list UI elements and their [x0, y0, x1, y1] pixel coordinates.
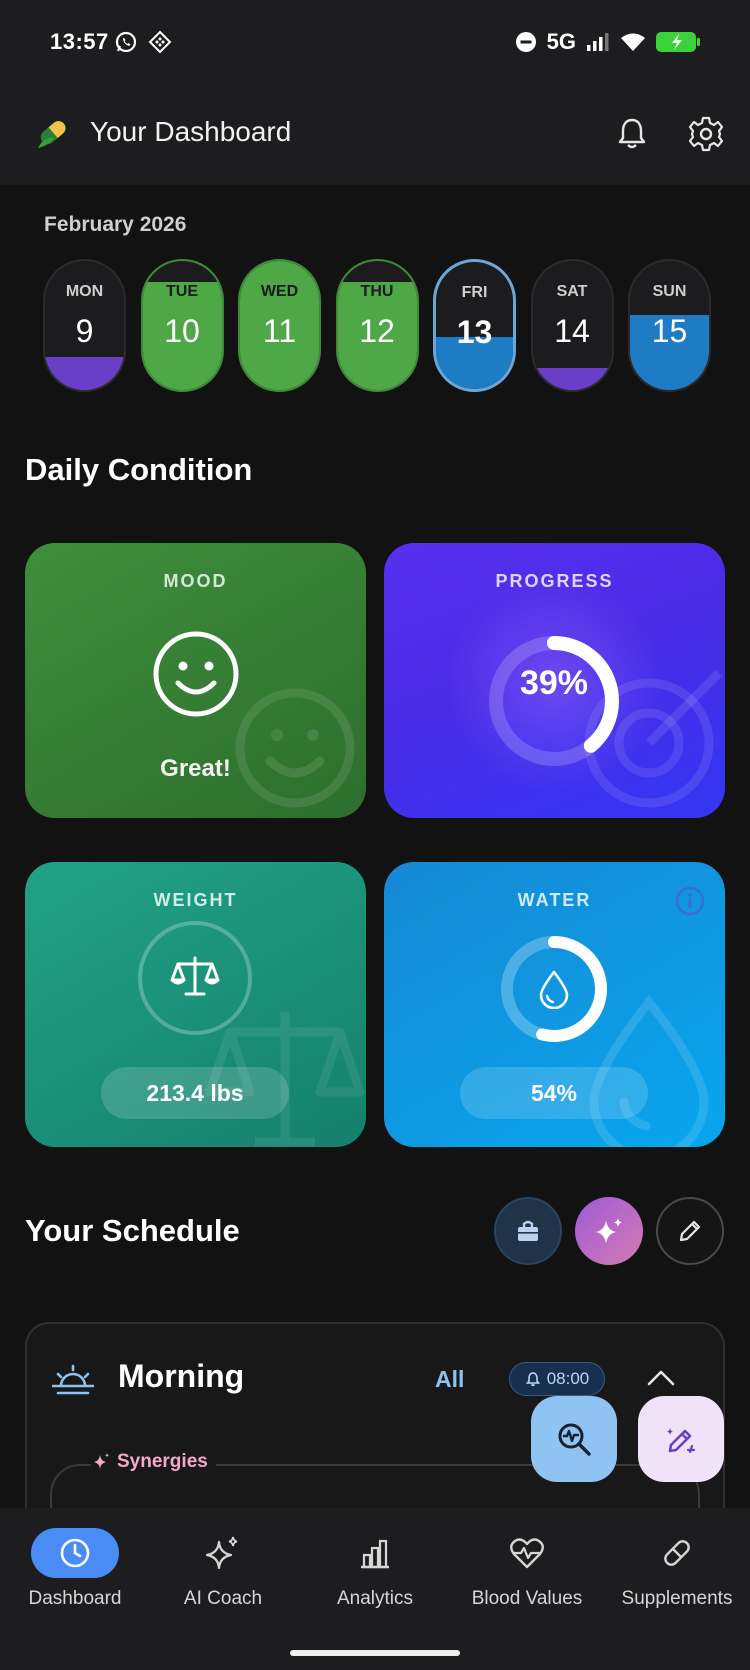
schedule-title: Your Schedule — [25, 1213, 240, 1248]
status-bar: 13:57 5G — [0, 0, 750, 90]
pill-icon — [664, 1540, 690, 1566]
heart-pulse-icon — [510, 1538, 544, 1569]
day-number: 13 — [456, 314, 493, 350]
day-pill-wed[interactable]: WED 11 — [238, 259, 321, 392]
weight-value: 213.4 lbs — [101, 1067, 289, 1119]
day-name: THU — [360, 283, 394, 300]
sparkle-small-icon — [94, 1453, 109, 1469]
bell-small-icon — [525, 1372, 540, 1387]
app-header: Your Dashboard — [0, 90, 750, 185]
app-notification-icon — [148, 30, 172, 54]
all-link[interactable]: All — [435, 1366, 464, 1393]
morning-title: Morning — [118, 1358, 245, 1394]
day-pill-fri[interactable]: FRI 13 — [433, 259, 516, 392]
day-number: 9 — [75, 313, 94, 349]
day-pill-sun[interactable]: SUN 15 — [628, 259, 711, 392]
edit-schedule-button[interactable] — [656, 1197, 724, 1265]
search-pulse-icon — [558, 1423, 591, 1456]
signal-icon — [587, 33, 609, 51]
shopping-bag-icon — [518, 1220, 538, 1241]
balance-scale-icon — [170, 956, 220, 996]
water-card[interactable]: WATER 54% — [384, 862, 725, 1147]
nav-label: AI Coach — [183, 1588, 263, 1609]
progress-label: PROGRESS — [495, 571, 614, 591]
day-name: TUE — [166, 283, 198, 300]
week-day-strip: MON 9 TUE 10 WED 11 THU 12 FRI 13 SAT 14… — [43, 259, 711, 392]
day-number: 11 — [262, 313, 297, 349]
sparkle-icon — [596, 1218, 622, 1244]
water-drop-icon — [539, 970, 569, 1009]
day-pill-thu[interactable]: THU 12 — [335, 259, 419, 392]
clock-icon — [60, 1538, 90, 1568]
day-number: 12 — [359, 313, 395, 349]
day-name: MON — [65, 283, 104, 300]
bell-icon[interactable] — [612, 114, 652, 154]
settings-gear-icon[interactable] — [686, 114, 726, 154]
day-number: 10 — [164, 313, 200, 349]
reminder-time-chip[interactable]: 08:00 — [509, 1362, 605, 1396]
home-indicator — [290, 1650, 460, 1656]
status-time: 13:57 — [50, 29, 109, 54]
weight-label: WEIGHT — [153, 890, 238, 910]
day-pill-tue[interactable]: TUE 10 — [140, 259, 224, 392]
nav-item-supplements[interactable]: Supplements — [604, 1528, 750, 1610]
nav-item-dashboard[interactable]: Dashboard — [0, 1528, 150, 1610]
network-type: 5G — [546, 29, 576, 54]
health-scan-fab[interactable] — [531, 1396, 617, 1482]
mood-label: MOOD — [163, 571, 228, 591]
day-number: 14 — [554, 313, 590, 349]
day-pill-mon[interactable]: MON 9 — [43, 259, 126, 392]
month-label: February 2026 — [44, 213, 187, 236]
nav-label: Supplements — [621, 1588, 733, 1609]
do-not-disturb-icon — [515, 32, 536, 52]
nav-item-blood-values[interactable]: Blood Values — [452, 1528, 602, 1610]
nav-label: Analytics — [336, 1588, 414, 1609]
chevron-up-icon[interactable] — [646, 1366, 676, 1388]
day-number: 15 — [651, 313, 688, 349]
daily-condition-title: Daily Condition — [25, 452, 253, 487]
day-name: FRI — [461, 284, 488, 301]
nav-label: Blood Values — [471, 1588, 583, 1609]
nav-item-analytics[interactable]: Analytics — [300, 1528, 450, 1610]
nav-label: Dashboard — [28, 1588, 122, 1609]
water-label: WATER — [517, 890, 592, 910]
synergies-text: Synergies — [117, 1451, 208, 1472]
page-title: Your Dashboard — [90, 116, 292, 147]
mood-value: Great! — [160, 755, 231, 782]
shop-button[interactable] — [494, 1197, 562, 1265]
progress-card[interactable]: PROGRESS 39% — [384, 543, 725, 818]
day-name: SAT — [556, 283, 588, 300]
sunrise-icon — [52, 1364, 94, 1395]
battery-icon — [656, 32, 700, 52]
smiley-face-icon — [153, 631, 239, 717]
smiley-watermark-icon — [235, 688, 355, 808]
mood-card[interactable]: MOOD Great! — [25, 543, 366, 818]
info-icon[interactable] — [675, 886, 705, 916]
bar-chart-icon — [361, 1539, 389, 1569]
ai-edit-fab[interactable] — [638, 1396, 724, 1482]
nav-item-ai-coach[interactable]: AI Coach — [148, 1528, 298, 1610]
day-pill-sat[interactable]: SAT 14 — [530, 259, 614, 392]
app-logo-icon — [38, 121, 66, 148]
wifi-icon — [621, 33, 645, 51]
weight-card[interactable]: WEIGHT 213.4 lbs — [25, 862, 366, 1147]
synergies-label: Synergies — [91, 1451, 216, 1473]
reminder-time: 08:00 — [546, 1369, 590, 1388]
bottom-navigation: Dashboard AI Coach Analytics Blood Value… — [0, 1508, 750, 1670]
sparkles-icon — [205, 1536, 238, 1570]
ai-suggest-button[interactable] — [575, 1197, 643, 1265]
pencil-icon — [679, 1220, 701, 1242]
magic-pencil-icon — [667, 1428, 696, 1454]
water-value: 54% — [460, 1067, 648, 1119]
day-name: SUN — [652, 283, 687, 300]
day-name: WED — [260, 283, 299, 300]
whatsapp-icon — [115, 31, 137, 53]
progress-value: 39% — [519, 664, 589, 702]
